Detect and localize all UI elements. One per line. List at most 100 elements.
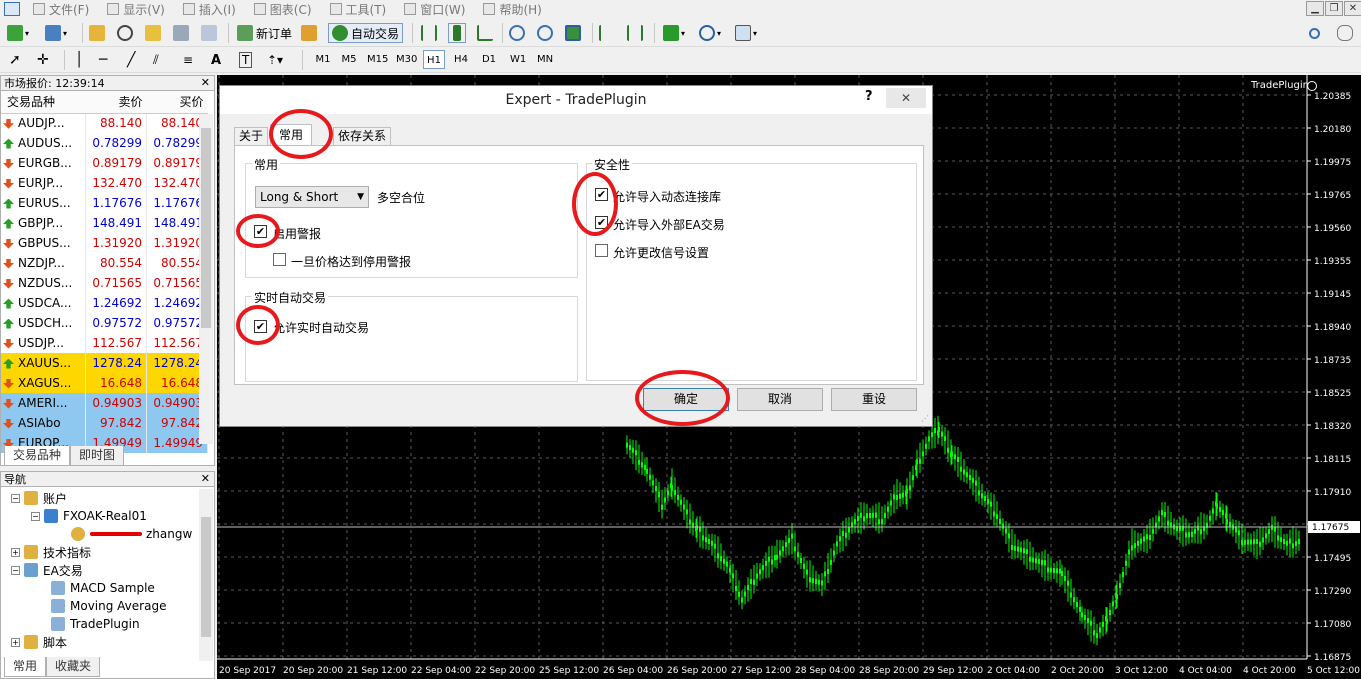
table-row[interactable]: USDCH... 0.97572 0.97572 [1, 313, 208, 333]
market-watch-button[interactable] [88, 23, 106, 43]
horizontal-line-tool[interactable]: ─ [98, 50, 108, 70]
candle-body [1164, 512, 1166, 517]
table-row[interactable]: NZDUS... 0.71565 0.71565 [1, 273, 208, 293]
vertical-line-tool[interactable]: │ [74, 50, 84, 70]
tf-m1[interactable]: M1 [312, 50, 334, 69]
tab-dependencies[interactable]: 依存关系 [333, 127, 392, 146]
minimize-button[interactable]: ▁ [1306, 1, 1324, 16]
bar-chart-button[interactable] [420, 23, 438, 43]
menu-window[interactable]: 窗口(W) [395, 1, 474, 18]
cursor-tool[interactable]: ➚ [8, 50, 22, 70]
table-row[interactable]: EURGB... 0.89179 0.89179 [1, 153, 208, 173]
candlestick-button[interactable] [448, 23, 466, 43]
zoom-in-button[interactable] [508, 23, 526, 43]
table-row[interactable]: USDJP... 112.567 112.567 [1, 333, 208, 353]
trendline-tool[interactable]: ╱ [126, 50, 136, 70]
allow-signal-checkbox[interactable] [595, 244, 608, 257]
tree-ea-macd[interactable]: MACD Sample [51, 579, 155, 597]
tab-common[interactable]: 常用 [4, 657, 47, 677]
tab-symbols[interactable]: 交易品种 [4, 446, 71, 466]
menu-charts[interactable]: 图表(C) [245, 1, 321, 18]
text-tool[interactable]: A [210, 50, 222, 70]
col-bid[interactable]: 卖价 [85, 91, 147, 114]
fibonacci-tool[interactable]: ≡ [182, 50, 194, 70]
disable-alert-checkbox[interactable] [273, 253, 286, 266]
table-row[interactable]: EURJP... 132.470 132.470 [1, 173, 208, 193]
position-select[interactable]: Long & Short ▼ [255, 186, 369, 208]
table-row[interactable]: USDCA... 1.24692 1.24692 [1, 293, 208, 313]
resize-grip-icon[interactable]: ⋰ [921, 414, 929, 423]
menu-help[interactable]: 帮助(H) [474, 1, 550, 18]
restore-button[interactable]: ❐ [1325, 1, 1343, 16]
reset-button[interactable]: 重设 [831, 388, 917, 411]
strategy-tester-button[interactable] [200, 23, 218, 43]
tf-mn[interactable]: MN [534, 50, 556, 69]
table-row[interactable]: XAGUS... 16.648 16.648 [1, 373, 208, 393]
tree-indicators[interactable]: + 技术指标 [11, 543, 91, 561]
tab-favorites[interactable]: 收藏夹 [46, 657, 101, 677]
help-button[interactable]: ? [865, 89, 873, 104]
table-row[interactable]: AUDJP... 88.140 88.140 [1, 113, 208, 133]
periods-button[interactable]: ▾ [698, 23, 722, 43]
terminal-button[interactable] [172, 23, 190, 43]
profiles-button[interactable]: ▾ [44, 23, 68, 43]
indicators-button[interactable]: ▾ [662, 23, 686, 43]
tf-m5[interactable]: M5 [338, 50, 360, 69]
col-ask[interactable]: 买价 [146, 91, 208, 114]
table-row[interactable]: GBPJP... 148.491 148.491 [1, 213, 208, 233]
arrows-tool[interactable]: ⇡▾ [266, 50, 284, 70]
table-row[interactable]: AMERI... 0.94903 0.94903 [1, 393, 208, 413]
cancel-button[interactable]: 取消 [737, 388, 823, 411]
tf-m30[interactable]: M30 [393, 50, 420, 69]
channel-tool[interactable]: ⫽ [152, 50, 160, 70]
search-button[interactable] [1308, 23, 1321, 43]
tree-ea-tradeplugin[interactable]: TradePlugin [51, 615, 140, 633]
tf-m15[interactable]: M15 [364, 50, 391, 69]
zoom-out-button[interactable] [536, 23, 554, 43]
autoscroll-button[interactable] [598, 23, 616, 43]
col-symbol[interactable]: 交易品种 [1, 91, 86, 114]
tree-accounts[interactable]: − 账户 [11, 489, 67, 507]
templates-button[interactable]: ▾ [734, 23, 758, 43]
dialog-close-button[interactable]: ✕ [886, 88, 926, 108]
line-chart-button[interactable] [476, 23, 494, 43]
table-row[interactable]: NZDJP... 80.554 80.554 [1, 253, 208, 273]
table-row[interactable]: ASIAbo 97.842 97.842 [1, 413, 208, 433]
tf-w1[interactable]: W1 [507, 50, 529, 69]
menu-file[interactable]: 文件(F) [24, 1, 98, 18]
tree-account-server[interactable]: − FXOAK-Real01 [31, 507, 147, 525]
table-row[interactable]: XAUUS... 1278.24 1278.24 [1, 353, 208, 373]
menu-view[interactable]: 显示(V) [98, 1, 174, 18]
chart-shift-button[interactable] [626, 23, 644, 43]
tree-ea[interactable]: − EA交易 [11, 561, 83, 579]
data-window-button[interactable] [116, 23, 134, 43]
navigator-button[interactable] [144, 23, 162, 43]
market-watch-scrollbar[interactable] [199, 114, 213, 444]
market-watch-close-icon[interactable]: ✕ [201, 76, 210, 89]
navigator-scrollbar[interactable] [199, 489, 213, 661]
metaeditor-button[interactable] [300, 23, 318, 43]
menu-insert[interactable]: 插入(I) [174, 1, 245, 18]
chat-button[interactable] [1336, 23, 1354, 43]
tab-tick-chart[interactable]: 即时图 [70, 446, 125, 466]
table-row[interactable]: GBPUS... 1.31920 1.31920 [1, 233, 208, 253]
table-row[interactable]: EURUS... 1.17676 1.17676 [1, 193, 208, 213]
tree-account-user[interactable]: zhangw [71, 525, 192, 543]
new-order-button[interactable]: 新订单 [234, 23, 295, 43]
tf-h4[interactable]: H4 [450, 50, 472, 69]
tile-windows-button[interactable] [564, 23, 582, 43]
tf-h1[interactable]: H1 [423, 50, 445, 69]
menu-tools[interactable]: 工具(T) [321, 1, 396, 18]
auto-trading-button[interactable]: 自动交易 [328, 23, 404, 43]
close-window-button[interactable]: ✕ [1344, 1, 1361, 16]
new-chart-button[interactable]: ▾ [6, 23, 30, 43]
candle-body [860, 512, 862, 518]
tree-scripts[interactable]: + 脚本 [11, 633, 67, 651]
tree-ea-ma[interactable]: Moving Average [51, 597, 166, 615]
navigator-close-icon[interactable]: ✕ [201, 472, 210, 485]
crosshair-tool[interactable]: ✛ [36, 50, 50, 70]
text-label-tool[interactable]: T [238, 50, 253, 70]
tab-about[interactable]: 关于 [234, 127, 269, 146]
tf-d1[interactable]: D1 [478, 50, 500, 69]
table-row[interactable]: AUDUS... 0.78299 0.78299 [1, 133, 208, 153]
